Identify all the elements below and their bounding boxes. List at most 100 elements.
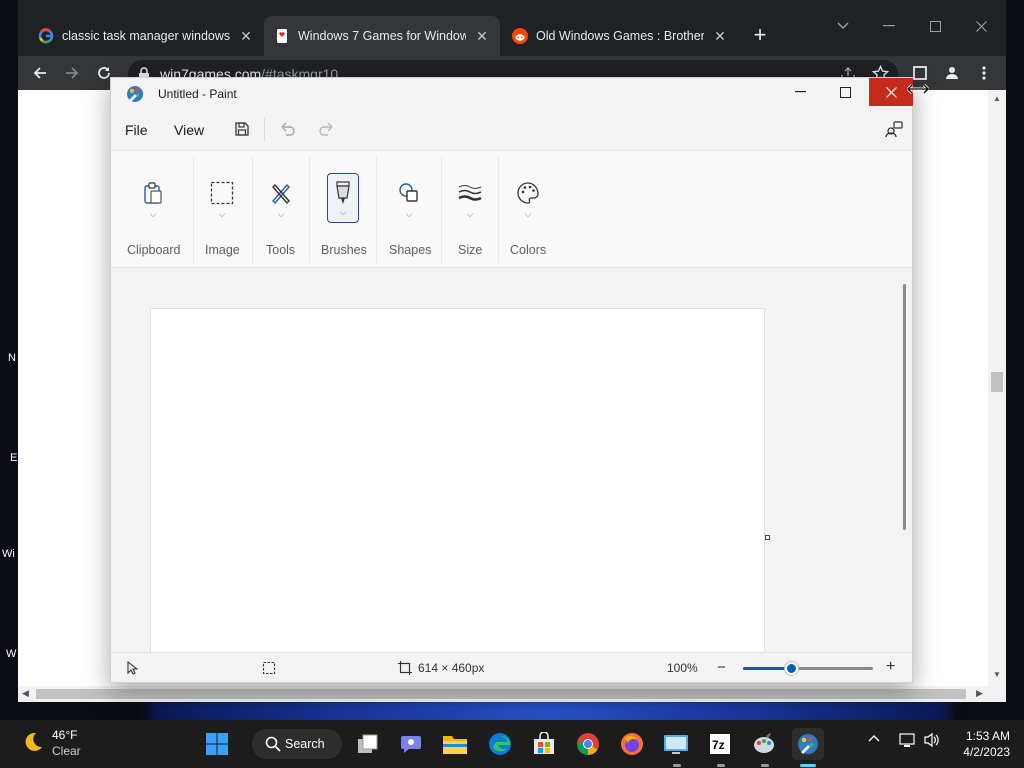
chevron-down-icon[interactable] xyxy=(820,12,866,40)
clock-date: 4/2/2023 xyxy=(963,745,1010,759)
tools-icon[interactable] xyxy=(265,177,297,209)
chevron-down-icon[interactable]: ⌵ xyxy=(137,209,169,220)
page-vertical-scrollbar[interactable]: ▲ ▼ xyxy=(988,90,1006,686)
svg-text:7z: 7z xyxy=(712,738,725,752)
scroll-up-icon[interactable]: ▲ xyxy=(993,94,1001,103)
paint-window: Untitled - Paint File View ⌵ Clipboard ⌵… xyxy=(110,77,913,683)
paint-ribbon: ⌵ Clipboard ⌵ Image ⌵ Tools ⌵ Brushes ⌵ … xyxy=(111,150,912,268)
canvas-resize-handle[interactable] xyxy=(765,535,770,540)
taskbar: 46°F Clear Search 7z 1:53 AM 4/2/2023 xyxy=(0,720,1024,768)
drawing-canvas[interactable] xyxy=(150,308,765,652)
volume-icon[interactable] xyxy=(923,732,941,748)
shapes-icon[interactable] xyxy=(393,177,425,209)
more-menu-icon[interactable] xyxy=(972,61,996,85)
ribbon-label: Brushes xyxy=(321,243,367,257)
chevron-down-icon[interactable]: ⌵ xyxy=(454,209,486,220)
menu-view[interactable]: View xyxy=(174,122,204,138)
7zip-icon[interactable]: 7z xyxy=(704,728,736,760)
size-icon[interactable] xyxy=(454,177,486,209)
canvas-vertical-scrollbar[interactable] xyxy=(899,268,911,652)
zoom-level-text[interactable]: 100% xyxy=(667,661,698,675)
file-explorer-icon[interactable] xyxy=(439,728,471,760)
ribbon-label: Image xyxy=(205,243,240,257)
maximize-icon[interactable] xyxy=(912,12,958,40)
zoom-in-icon[interactable]: + xyxy=(886,658,895,676)
maximize-icon[interactable] xyxy=(822,78,868,106)
scroll-down-icon[interactable]: ▼ xyxy=(993,670,1001,679)
forward-arrow-icon[interactable] xyxy=(60,61,84,85)
zoom-out-icon[interactable]: − xyxy=(717,659,726,676)
menu-file[interactable]: File xyxy=(125,122,148,138)
tab-windows-7-games[interactable]: Windows 7 Games for Windows ✕ xyxy=(264,16,500,56)
window-title: Untitled - Paint xyxy=(158,87,237,101)
taskbar-search-box[interactable]: Search xyxy=(252,729,342,759)
scrollbar-thumb[interactable] xyxy=(36,689,966,699)
new-tab-button[interactable]: + xyxy=(748,24,772,48)
running-indicator xyxy=(717,764,725,767)
paint-title-bar[interactable]: Untitled - Paint xyxy=(111,78,913,110)
ribbon-group-brushes[interactable]: ⌵ Brushes xyxy=(310,151,376,269)
tab-old-windows-games[interactable]: Old Windows Games : BrotherCl ✕ xyxy=(502,16,738,56)
weather-temp: 46°F xyxy=(52,728,78,742)
paint-app-icon xyxy=(125,84,145,104)
selection-icon[interactable] xyxy=(206,177,238,209)
start-icon[interactable] xyxy=(201,728,233,760)
tab-strip: classic task manager windows 11 ✕ Window… xyxy=(18,0,1006,56)
chrome-icon[interactable] xyxy=(572,728,604,760)
page-horizontal-scrollbar[interactable]: ◀ ▶ xyxy=(18,686,1006,702)
network-icon[interactable] xyxy=(899,732,917,748)
canvas-size-text: 614 × 460px xyxy=(418,661,485,675)
chevron-down-icon[interactable]: ⌵ xyxy=(393,209,425,220)
scroll-left-icon[interactable]: ◀ xyxy=(22,688,29,699)
redo-icon[interactable] xyxy=(317,119,337,139)
ribbon-group-image[interactable]: ⌵ Image xyxy=(194,151,252,269)
ribbon-group-colors[interactable]: ⌵ Colors xyxy=(499,151,561,269)
scrollbar-thumb[interactable] xyxy=(991,372,1003,392)
cards-icon xyxy=(274,28,290,44)
minimize-icon[interactable] xyxy=(777,78,823,106)
show-hidden-icons-chevron-icon[interactable] xyxy=(868,734,880,742)
desktop-icon-label: Wi xyxy=(2,548,15,560)
zoom-slider-thumb[interactable] xyxy=(785,662,799,675)
scroll-right-icon[interactable]: ▶ xyxy=(976,688,983,699)
save-icon[interactable] xyxy=(232,119,252,139)
system-clock[interactable]: 1:53 AM 4/2/2023 xyxy=(954,728,1010,760)
selection-size-icon xyxy=(262,661,276,675)
minimize-icon[interactable] xyxy=(866,12,912,40)
clipboard-icon[interactable] xyxy=(137,177,169,209)
ribbon-group-shapes[interactable]: ⌵ Shapes xyxy=(377,151,441,269)
edge-icon[interactable] xyxy=(484,728,516,760)
tab-title: Old Windows Games : BrotherCl xyxy=(536,29,704,43)
weather-condition: Clear xyxy=(52,744,81,758)
tab-title: classic task manager windows 11 xyxy=(62,29,230,43)
desktop-icon-label: E xyxy=(10,452,18,464)
ribbon-group-clipboard[interactable]: ⌵ Clipboard xyxy=(111,151,193,269)
chevron-down-icon[interactable]: ⌵ xyxy=(206,209,238,220)
zoom-slider[interactable] xyxy=(743,662,873,675)
brush-icon[interactable] xyxy=(327,177,359,209)
tab-classic-task-manager[interactable]: classic task manager windows 11 ✕ xyxy=(28,16,264,56)
ribbon-group-size[interactable]: ⌵ Size xyxy=(442,151,498,269)
tab-close-icon[interactable]: ✕ xyxy=(238,28,254,44)
profile-icon[interactable] xyxy=(940,61,964,85)
account-settings-icon[interactable] xyxy=(884,119,904,139)
chevron-down-icon[interactable]: ⌵ xyxy=(265,209,297,220)
paint-classic-icon[interactable] xyxy=(748,728,780,760)
close-icon[interactable] xyxy=(958,12,1004,40)
undo-icon[interactable] xyxy=(277,119,297,139)
chat-icon[interactable] xyxy=(395,728,427,760)
scrollbar-thumb[interactable] xyxy=(903,284,906,530)
paint-icon[interactable] xyxy=(792,728,824,760)
tab-close-icon[interactable]: ✕ xyxy=(712,28,728,44)
store-icon[interactable] xyxy=(528,728,560,760)
task-view-icon[interactable] xyxy=(352,728,384,760)
chevron-down-icon[interactable]: ⌵ xyxy=(512,209,544,220)
chevron-down-icon[interactable]: ⌵ xyxy=(327,207,359,218)
remote-desktop-icon[interactable] xyxy=(660,728,692,760)
tab-title: Windows 7 Games for Windows xyxy=(298,29,466,43)
back-arrow-icon[interactable] xyxy=(28,61,52,85)
ribbon-group-tools[interactable]: ⌵ Tools xyxy=(253,151,309,269)
tab-close-icon[interactable]: ✕ xyxy=(474,28,490,44)
firefox-icon[interactable] xyxy=(616,728,648,760)
palette-icon[interactable] xyxy=(512,177,544,209)
